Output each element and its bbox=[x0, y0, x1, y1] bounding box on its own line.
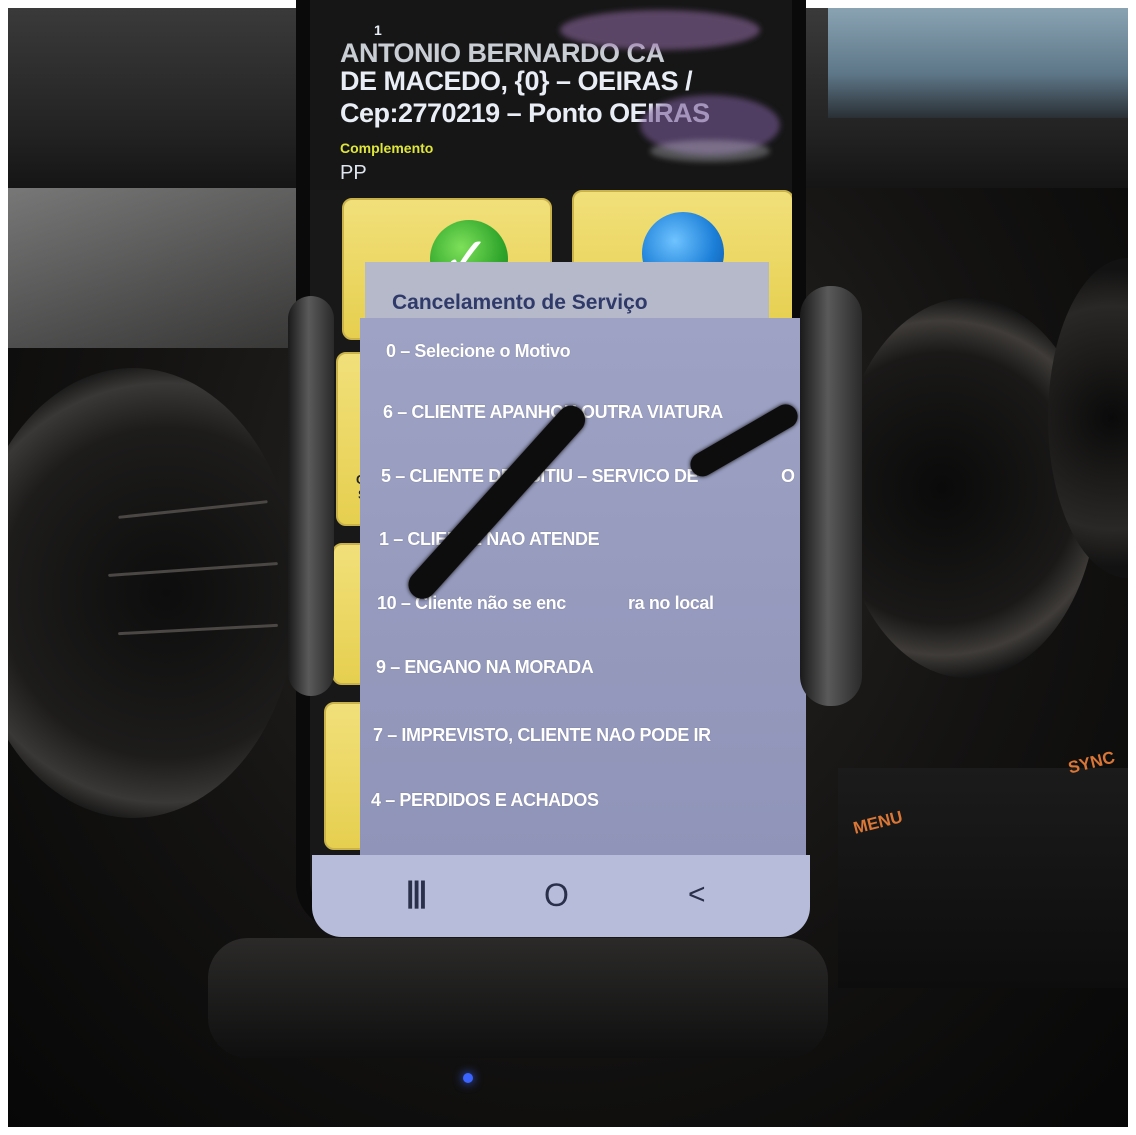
service-header: 1 ANTONIO BERNARDO CA DE MACEDO, {0} – O… bbox=[310, 0, 792, 190]
android-nav-bar: ||| O < bbox=[312, 855, 810, 937]
cradle-indicator-led bbox=[463, 1073, 473, 1083]
reason-option[interactable]: 4 – PERDIDOS E ACHADOS bbox=[371, 790, 599, 811]
back-button[interactable]: < bbox=[688, 875, 706, 915]
service-counter: 1 bbox=[374, 22, 382, 38]
complemento-label: Complemento bbox=[340, 140, 434, 156]
dashboard-highlight bbox=[8, 188, 328, 348]
holder-right-arm bbox=[800, 286, 862, 706]
redaction-scribble bbox=[560, 10, 760, 50]
reason-option[interactable]: 0 – Selecione o Motivo bbox=[386, 341, 571, 362]
reason-option[interactable]: 7 – IMPREVISTO, CLIENTE NAO PODE IR bbox=[373, 725, 711, 746]
complemento-value: PP bbox=[340, 162, 367, 184]
reason-option[interactable]: 1 – CLIENTE NAO ATENDE bbox=[379, 529, 600, 550]
redaction-scribble bbox=[650, 140, 770, 162]
reason-option[interactable]: 10 – Cliente não se enc bbox=[377, 593, 566, 614]
dialog-title: Cancelamento de Serviço bbox=[392, 291, 648, 314]
reason-option[interactable]: 9 – ENGANO NA MORADA bbox=[376, 657, 594, 678]
holder-left-arm bbox=[288, 296, 334, 696]
center-console bbox=[838, 768, 1128, 988]
address-line-2: DE MACEDO, {0} – OEIRAS / bbox=[340, 66, 693, 96]
recent-apps-button[interactable]: ||| bbox=[406, 873, 427, 913]
reason-option-tail: O bbox=[781, 466, 795, 486]
left-air-vent bbox=[8, 368, 298, 818]
reason-option-tail: ra no local bbox=[628, 593, 714, 613]
phone-cradle-base bbox=[208, 938, 828, 1058]
home-button[interactable]: O bbox=[544, 875, 569, 915]
car-display bbox=[828, 8, 1128, 118]
